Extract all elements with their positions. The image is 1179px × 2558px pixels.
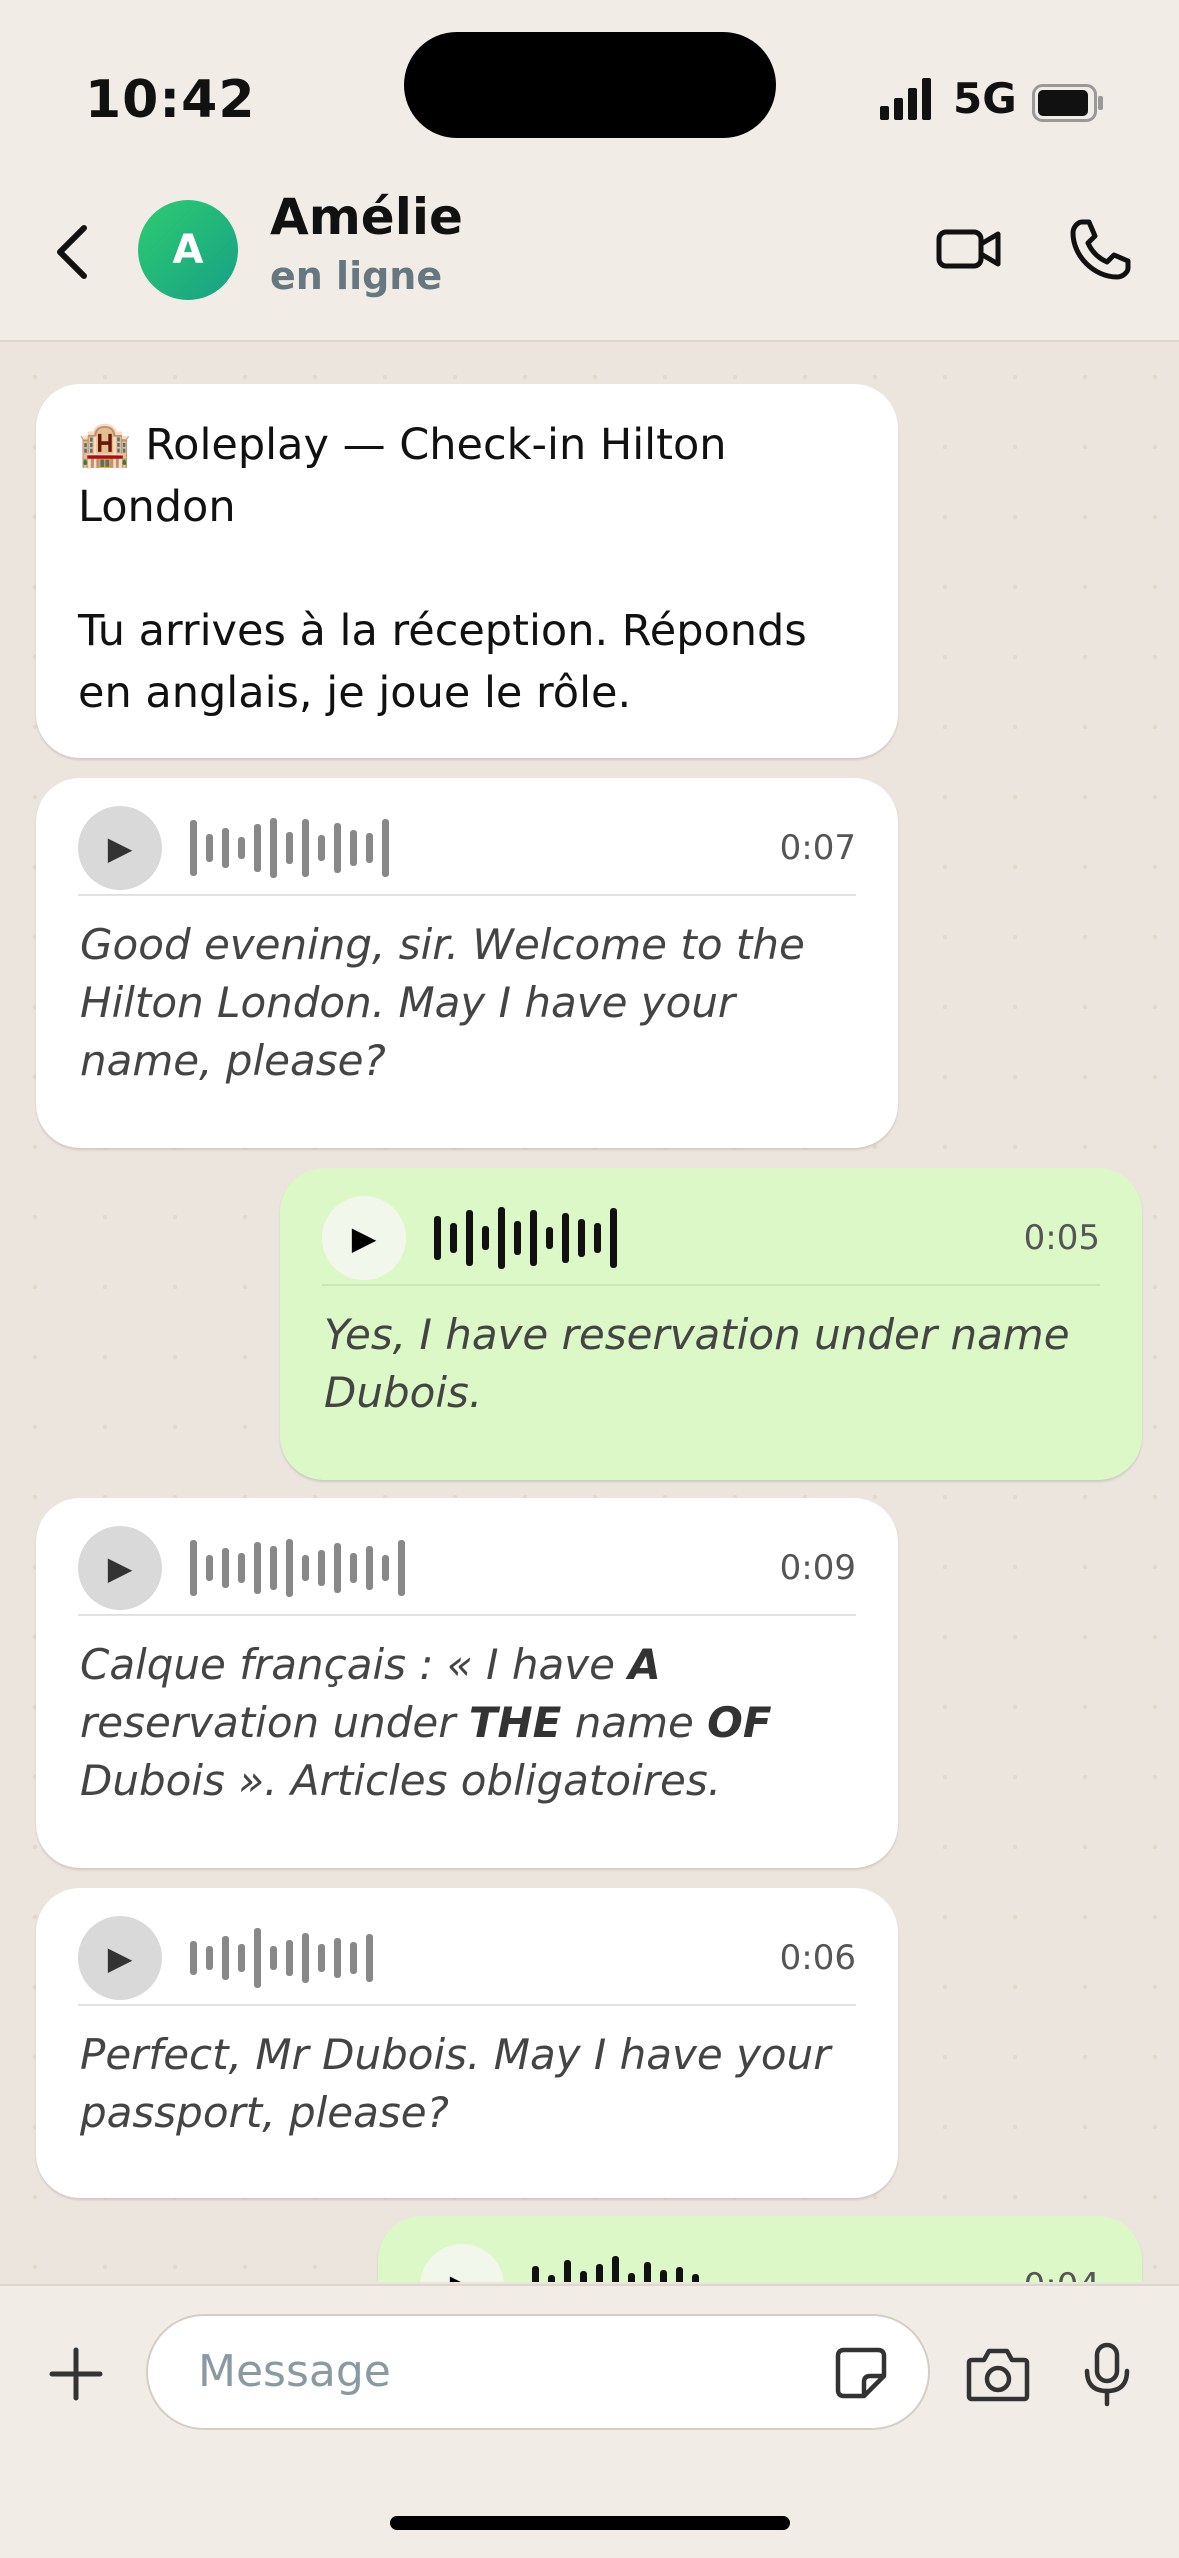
phone-icon[interactable] — [1068, 216, 1134, 282]
camera-icon[interactable] — [966, 2346, 1030, 2402]
voice-message-outgoing[interactable]: ▶ 0:05 Yes, I have reservation under nam… — [280, 1168, 1142, 1480]
voice-duration: 0:06 — [779, 1938, 856, 1978]
video-camera-icon[interactable] — [936, 222, 1002, 276]
status-bar: 10:42 5G — [0, 0, 1179, 160]
play-icon[interactable]: ▶ — [420, 2244, 504, 2282]
home-indicator[interactable] — [390, 2516, 790, 2530]
voice-duration: 0:09 — [779, 1548, 856, 1588]
voice-transcript: Calque français : « I have A reservation… — [80, 1640, 772, 1805]
voice-message-incoming[interactable]: ▶ 0:07 Good evening, sir. Welcome to the… — [36, 778, 898, 1148]
voice-duration: 0:05 — [1023, 1218, 1100, 1258]
voice-waveform[interactable] — [190, 812, 389, 884]
voice-transcript: Perfect, Mr Dubois. May I have your pass… — [80, 2030, 831, 2137]
voice-waveform[interactable] — [434, 1202, 617, 1274]
message-list[interactable]: 🏨 Roleplay — Check-in Hilton London Tu a… — [0, 342, 1179, 2282]
message-placeholder: Message — [198, 2346, 391, 2397]
battery-icon — [1032, 84, 1103, 122]
dynamic-island — [404, 32, 776, 138]
sticker-icon[interactable] — [834, 2346, 888, 2400]
microphone-icon[interactable] — [1082, 2342, 1132, 2408]
message-text: 🏨 Roleplay — Check-in Hilton London Tu a… — [78, 420, 807, 718]
voice-duration: 0:07 — [779, 828, 856, 868]
voice-waveform[interactable] — [190, 1532, 405, 1604]
presence-status: en ligne — [270, 254, 443, 298]
message-bubble-incoming[interactable]: 🏨 Roleplay — Check-in Hilton London Tu a… — [36, 384, 898, 758]
voice-waveform[interactable] — [532, 2250, 699, 2282]
network-label: 5G — [953, 74, 1017, 123]
voice-transcript: Yes, I have reservation under name Duboi… — [324, 1310, 1070, 1417]
voice-transcript: Good evening, sir. Welcome to the Hilton… — [80, 920, 805, 1085]
voice-message-outgoing[interactable]: ▶ 0:04 — [378, 2216, 1142, 2282]
voice-waveform[interactable] — [190, 1922, 373, 1994]
voice-duration: 0:04 — [1024, 2266, 1100, 2282]
play-icon[interactable]: ▶ — [78, 1916, 162, 2000]
message-input[interactable]: Message — [146, 2314, 930, 2430]
contact-name[interactable]: Amélie — [270, 188, 463, 246]
plus-icon[interactable] — [48, 2346, 104, 2402]
voice-message-incoming[interactable]: ▶ 0:06 Perfect, Mr Dubois. May I have yo… — [36, 1888, 898, 2198]
chat-header: A Amélie en ligne — [0, 160, 1179, 342]
play-icon[interactable]: ▶ — [78, 1526, 162, 1610]
play-icon[interactable]: ▶ — [322, 1196, 406, 1280]
status-time: 10:42 — [85, 70, 256, 130]
voice-message-incoming[interactable]: ▶ 0:09 Calque français : « I have A rese… — [36, 1498, 898, 1868]
avatar[interactable]: A — [138, 200, 238, 300]
chevron-left-icon[interactable] — [52, 222, 92, 282]
play-icon[interactable]: ▶ — [78, 806, 162, 890]
signal-icon — [880, 78, 931, 120]
